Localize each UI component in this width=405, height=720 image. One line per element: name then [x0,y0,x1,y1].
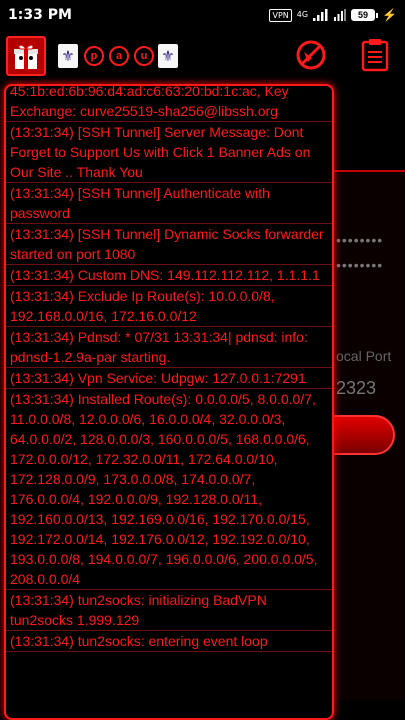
password-mask-2: •••••••• [336,257,384,273]
app-logo[interactable] [6,36,46,76]
gift-icon [14,44,38,69]
letter-p: p [84,46,104,66]
signal-icon [313,9,328,21]
log-entry: (13:31:34) Custom DNS: 149.112.112.112, … [6,265,332,286]
vpn-badge: VPN [269,8,292,22]
log-entry: (13:31:34) tun2socks: entering event loo… [6,631,332,652]
log-entry: (13:31:34) Installed Route(s): 0.0.0.0/5… [6,389,332,590]
status-bar: 1:33 PM VPN 4G 59 ⚡ [0,0,405,30]
fleur-de-lis-icon-right: ⚜ [158,44,178,68]
no-connection-icon[interactable] [294,38,328,72]
battery-icon: 59 [351,9,379,21]
log-entry: (13:31:34) tun2socks: initializing BadVP… [6,590,332,631]
password-mask-1: •••••••• [336,232,384,248]
log-entry: (13:31:34) [SSH Tunnel] Authenticate wit… [6,183,332,224]
log-list[interactable]: 45:1b:ed:6b:96:d4:ad:c6:63:20:bd:1c:ac, … [6,86,332,718]
fleur-de-lis-icon-left: ⚜ [58,44,78,68]
network-type: 4G [296,10,309,19]
letter-u: u [134,46,154,66]
app-toolbar: ⚜ p a u ⚜ [0,30,405,82]
log-entry: (13:31:34) Vpn Service: Udpgw: 127.0.0.1… [6,368,332,389]
status-icons: VPN 4G 59 ⚡ [269,8,397,22]
signal-icon-2 [334,9,347,21]
local-port-label: ocal Port [336,348,392,364]
letter-a: a [109,46,129,66]
local-port-value: 2323 [336,378,377,398]
log-entry: (13:31:34) [SSH Tunnel] Server Message: … [6,122,332,183]
log-panel[interactable]: 45:1b:ed:6b:96:d4:ad:c6:63:20:bd:1c:ac, … [4,84,334,720]
log-entry: (13:31:34) [SSH Tunnel] Dynamic Socks fo… [6,224,332,265]
log-entry: (13:31:34) Pdnsd: * 07/31 13:31:34| pdns… [6,327,332,368]
charging-icon: ⚡ [382,8,397,22]
status-time: 1:33 PM [8,7,72,23]
log-entry: (13:31:34) Exclude Ip Route(s): 10.0.0.0… [6,286,332,327]
log-entry: 45:1b:ed:6b:96:d4:ad:c6:63:20:bd:1c:ac, … [6,86,332,122]
log-clipboard-icon[interactable] [360,38,390,72]
